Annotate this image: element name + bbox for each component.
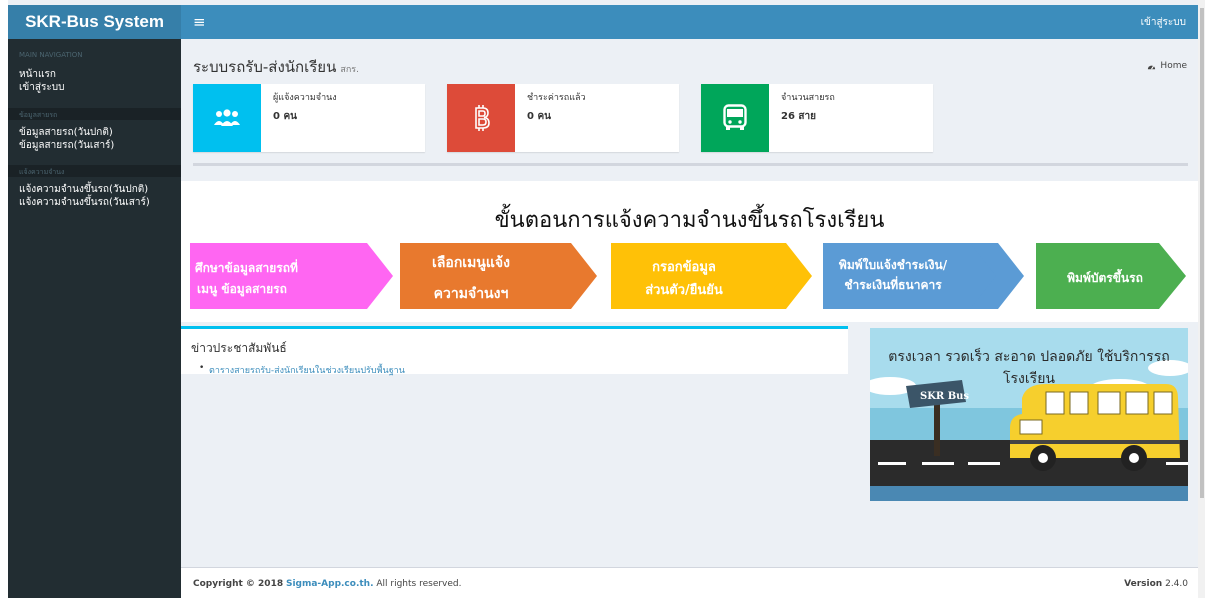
sidebar-item-notify-saturday[interactable]: แจ้งความจำนงขึ้นรถ(วันเสาร์) <box>19 197 150 209</box>
footer-copyright: Copyright © 2018 Sigma-App.co.th. All ri… <box>193 579 462 589</box>
step-2-line2: ความจำนงฯ <box>434 286 509 302</box>
bullet-icon: • <box>199 363 205 373</box>
step-1: ศึกษาข้อมูลสายรถที่ เมนู ข้อมูลสายรถ <box>190 243 393 309</box>
step-4: พิมพ์ใบแจ้งชำระเงิน/ ชำระเงินที่ธนาคาร <box>823 243 1024 309</box>
sidebar-item-notify-weekday[interactable]: แจ้งความจำนงขึ้นรถ(วันปกติ) <box>19 184 148 196</box>
banner-sign-text: SKR Bus <box>920 391 969 402</box>
info-box-icon-bg <box>447 84 515 152</box>
info-box-paid: ชำระค่ารถแล้ว 0 คน <box>447 84 679 152</box>
info-box-value: 0 คน <box>273 111 297 122</box>
step-2-line1: เลือกเมนูแจ้ง <box>432 255 510 271</box>
step-2: เลือกเมนูแจ้ง ความจำนงฯ <box>400 243 597 309</box>
news-title: ข่าวประชาสัมพันธ์ <box>191 341 287 355</box>
sidebar-item-login[interactable]: เข้าสู่ระบบ <box>19 82 64 94</box>
sidebar-item-routes-weekday[interactable]: ข้อมูลสายรถ(วันปกติ) <box>19 127 113 139</box>
banner-tagline: ตรงเวลา รวดเร็ว สะอาด ปลอดภัย ใช้บริการร… <box>888 349 1170 387</box>
info-box-label: ผู้แจ้งความจำนง <box>273 93 337 103</box>
rights-text: All rights reserved. <box>376 579 462 589</box>
step-5: พิมพ์บัตรขึ้นรถ <box>1036 243 1186 309</box>
app-logo[interactable]: SKR-Bus System <box>8 5 181 39</box>
info-box-registrants: ผู้แจ้งความจำนง 0 คน <box>193 84 425 152</box>
breadcrumb-home[interactable]: Home <box>1160 61 1187 71</box>
page-title: ระบบรถรับ-ส่งนักเรียน สกร. <box>193 55 359 79</box>
bus-icon <box>723 104 747 130</box>
version-label: Version <box>1124 579 1163 589</box>
breadcrumb: Home <box>1147 61 1187 71</box>
step-1-line1: ศึกษาข้อมูลสายรถที่ <box>195 259 298 276</box>
top-navbar: ≡ เข้าสู่ระบบ <box>181 5 1198 39</box>
sidebar-item-routes-saturday[interactable]: ข้อมูลสายรถ(วันเสาร์) <box>19 140 114 152</box>
step-4-line1: พิมพ์ใบแจ้งชำระเงิน/ <box>839 257 948 272</box>
sidebar: MAIN NAVIGATION หน้าแรก เข้าสู่ระบบ ข้อม… <box>8 39 181 598</box>
version-number: 2.4.0 <box>1165 579 1188 589</box>
login-link[interactable]: เข้าสู่ระบบ <box>1141 15 1186 30</box>
step-5-line1: พิมพ์บัตรขึ้นรถ <box>1067 268 1143 285</box>
info-box-routes: จำนวนสายรถ 26 สาย <box>701 84 933 152</box>
window-edge <box>0 0 8 598</box>
page-subtitle: สกร. <box>340 65 359 75</box>
step-1-line2: เมนู ข้อมูลสายรถ <box>197 282 287 297</box>
bus-banner: SKR Bus ตรงเวลา รวดเร็ว สะอาด ปลอดภัย ใช… <box>870 328 1188 501</box>
footer-version: Version 2.4.0 <box>1124 579 1188 589</box>
sidebar-header-routes: ข้อมูลสายรถ <box>19 111 58 119</box>
step-3: กรอกข้อมูล ส่วนตัว/ยืนยัน <box>611 243 812 309</box>
page-title-text: ระบบรถรับ-ส่งนักเรียน <box>193 58 337 76</box>
step-4-line2: ชำระเงินที่ธนาคาร <box>844 276 942 292</box>
info-box-value: 0 คน <box>527 111 551 122</box>
steps-diagram: ศึกษาข้อมูลสายรถที่ เมนู ข้อมูลสายรถ เลื… <box>190 243 1186 309</box>
info-box-icon-bg <box>193 84 261 152</box>
page-scrollbar-thumb[interactable] <box>1200 8 1204 498</box>
footer: Copyright © 2018 Sigma-App.co.th. All ri… <box>181 567 1198 598</box>
info-box-icon-bg <box>701 84 769 152</box>
steps-panel: ขั้นตอนการแจ้งความจำนงขึ้นรถโรงเรียน ศึก… <box>181 181 1198 322</box>
info-box-label: จำนวนสายรถ <box>781 93 835 103</box>
sidebar-header-notify: แจ้งความจำนง <box>19 168 65 176</box>
info-box-value: 26 สาย <box>781 111 816 122</box>
step-3-line2: ส่วนตัว/ยืนยัน <box>645 282 723 298</box>
bitcoin-icon <box>475 105 490 131</box>
hamburger-icon[interactable]: ≡ <box>193 12 206 32</box>
company-link[interactable]: Sigma-App.co.th. <box>286 579 374 589</box>
step-3-line1: กรอกข้อมูล <box>652 259 716 275</box>
news-box: ข่าวประชาสัมพันธ์ • ตารางสายรถรับ-ส่งนัก… <box>181 326 848 377</box>
news-item-link[interactable]: ตารางสายรถรับ-ส่งนักเรียนในช่วงเรียนปรับ… <box>209 363 405 377</box>
sidebar-item-home[interactable]: หน้าแรก <box>19 69 56 81</box>
copyright-prefix: Copyright © 2018 <box>193 579 284 589</box>
dashboard-icon <box>1148 65 1156 69</box>
section-divider <box>193 163 1188 166</box>
info-box-label: ชำระค่ารถแล้ว <box>527 93 586 103</box>
sidebar-header-main: MAIN NAVIGATION <box>19 51 83 59</box>
users-icon <box>214 109 240 126</box>
